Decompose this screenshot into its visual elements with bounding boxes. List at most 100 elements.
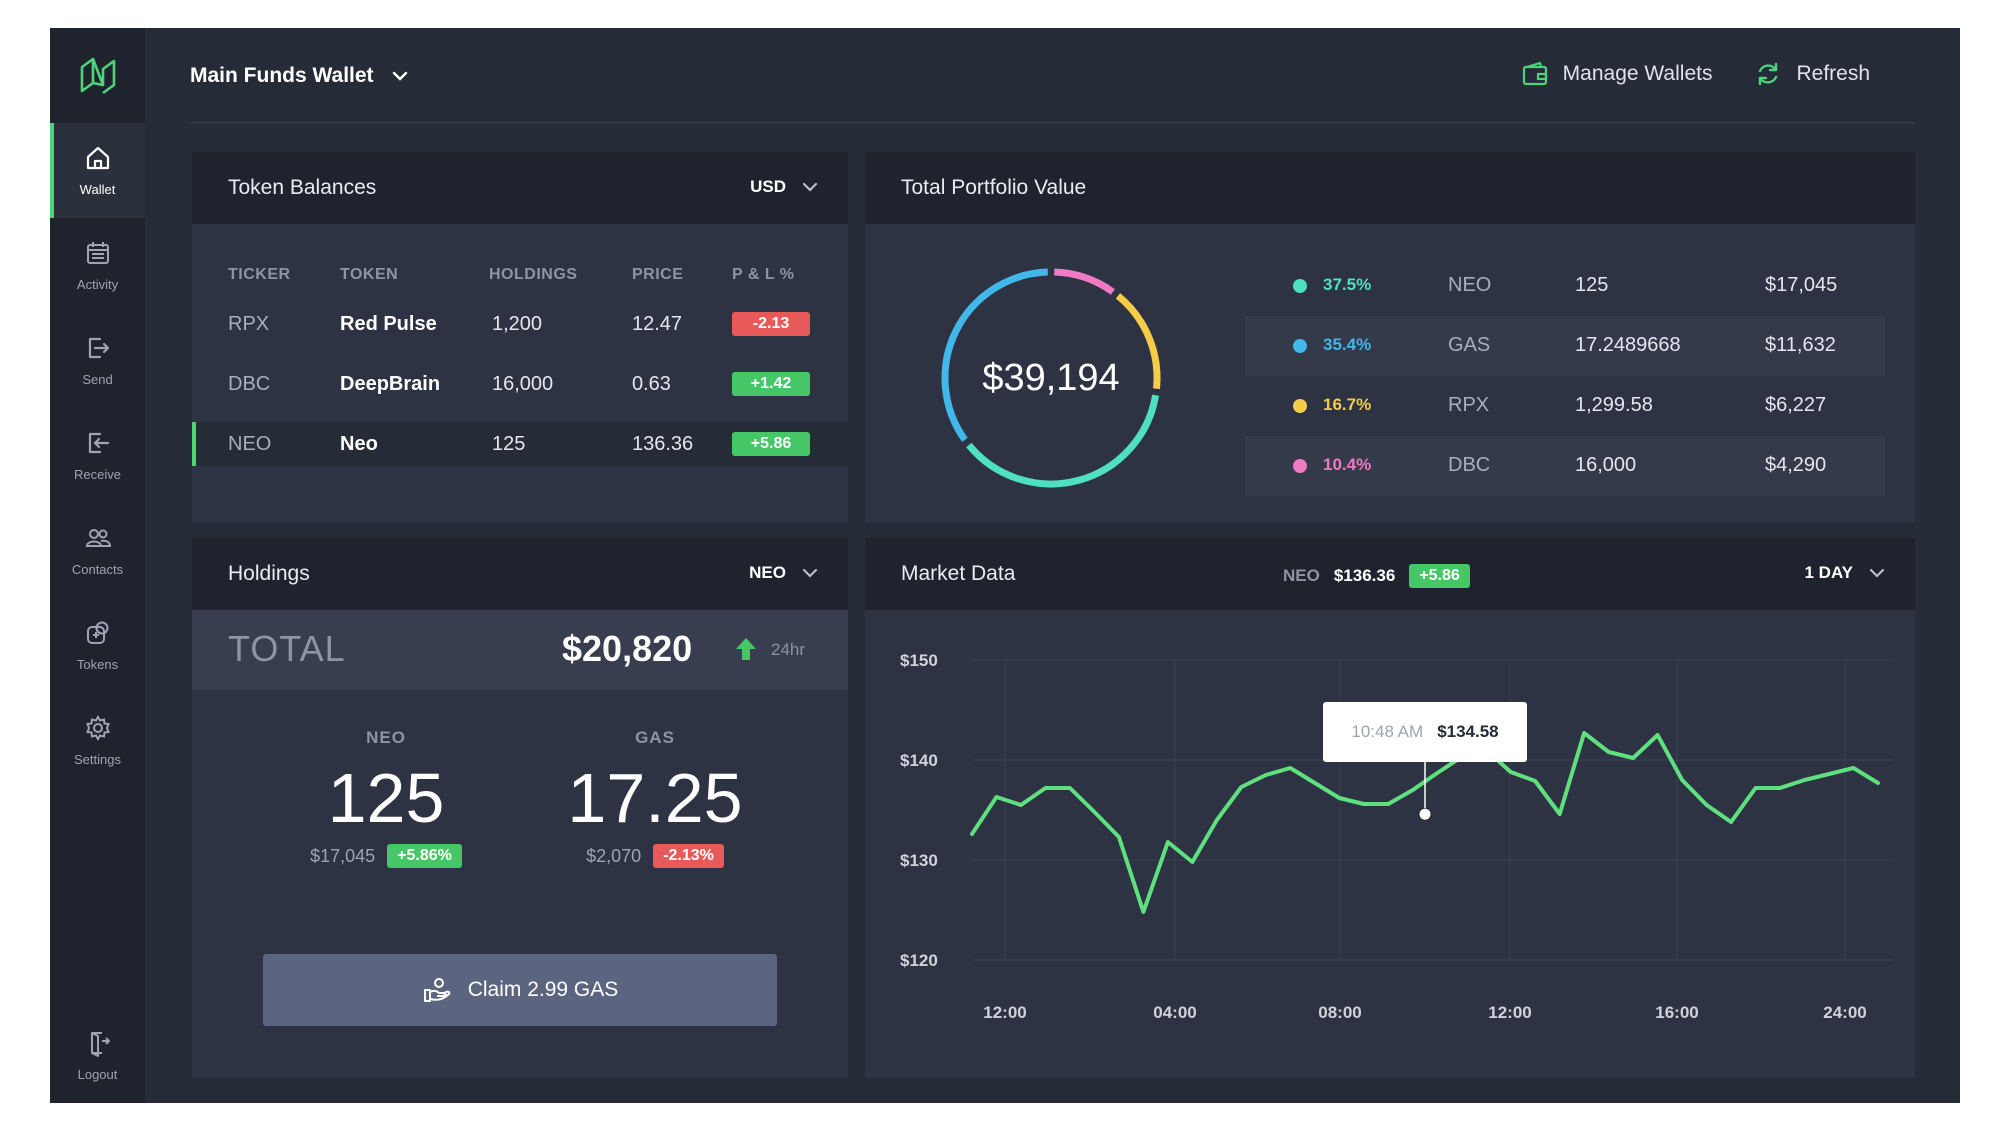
currency-selector[interactable]: USD bbox=[750, 177, 818, 197]
holdings-total-bar: TOTAL $20,820 24hr bbox=[192, 610, 848, 690]
send-icon bbox=[88, 337, 109, 359]
color-dot bbox=[1293, 279, 1307, 293]
price-cell: 12.47 bbox=[632, 313, 683, 335]
gas-holding: GAS 17.25 $2,070 -2.13% bbox=[515, 728, 795, 868]
sidebar-item-label: Receive bbox=[74, 467, 121, 482]
header-actions: Manage Wallets Refresh bbox=[1479, 60, 1870, 88]
contacts-icon bbox=[85, 529, 111, 547]
sidebar-item-activity[interactable]: Activity bbox=[50, 218, 145, 313]
tooltip-time: 10:48 AM bbox=[1351, 722, 1424, 741]
market-ticker-info: NEO $136.36 +5.86 bbox=[1283, 564, 1470, 588]
manage-wallets-button[interactable]: Manage Wallets bbox=[1521, 60, 1712, 88]
sidebar-item-label: Activity bbox=[76, 277, 119, 292]
change-badge: +5.86% bbox=[387, 844, 462, 868]
holdings-token-selector[interactable]: NEO bbox=[749, 563, 818, 583]
total-value: $20,820 bbox=[562, 628, 693, 669]
holding-sub: $2,070 -2.13% bbox=[515, 844, 795, 868]
home-icon bbox=[86, 146, 109, 170]
token-name: DBC bbox=[1448, 454, 1491, 476]
claim-hand-icon bbox=[423, 978, 450, 1002]
table-row[interactable]: DBC DeepBrain 16,000 0.63 +1.42 bbox=[192, 362, 848, 406]
panel-title: Market Data bbox=[901, 562, 1016, 585]
portfolio-row[interactable]: 10.4% DBC 16,000 $4,290 bbox=[1245, 436, 1885, 496]
portfolio-panel: Total Portfolio Value $39,194 37.5% NEO … bbox=[865, 152, 1915, 522]
holdings-cell: 16,000 bbox=[492, 373, 554, 395]
arrow-up-icon bbox=[736, 638, 756, 660]
token-amount: 17.2489668 bbox=[1575, 334, 1681, 356]
table-row-selected[interactable]: NEO Neo 125 136.36 +5.86 bbox=[192, 422, 848, 466]
sidebar-item-wallet[interactable]: Wallet bbox=[50, 123, 145, 218]
claim-label: Claim 2.99 GAS bbox=[467, 978, 619, 1001]
table-row[interactable]: RPX Red Pulse 1,200 12.47 -2.13 bbox=[192, 302, 848, 346]
logo bbox=[50, 28, 145, 123]
chevron-down-icon bbox=[1869, 568, 1885, 578]
color-dot bbox=[1293, 339, 1307, 353]
price-cell: 0.63 bbox=[632, 373, 671, 395]
portfolio-row[interactable]: 16.7% RPX 1,299.58 $6,227 bbox=[1245, 376, 1885, 436]
color-dot bbox=[1293, 459, 1307, 473]
market-symbol: NEO bbox=[1283, 566, 1320, 585]
x-tick-label: 04:00 bbox=[1153, 1003, 1196, 1022]
color-dot bbox=[1293, 399, 1307, 413]
pl-badge: +1.42 bbox=[732, 372, 810, 396]
x-tick-label: 12:00 bbox=[983, 1003, 1026, 1022]
share-percent: 10.4% bbox=[1323, 455, 1372, 474]
token-cell: Neo bbox=[340, 433, 378, 455]
token-cell: Red Pulse bbox=[340, 313, 437, 335]
period-selector[interactable]: 1 DAY bbox=[1804, 563, 1885, 583]
sidebar-item-receive[interactable]: Receive bbox=[50, 408, 145, 503]
refresh-label: Refresh bbox=[1796, 62, 1870, 85]
panel-title: Token Balances bbox=[228, 176, 377, 199]
ticker-cell: RPX bbox=[228, 313, 270, 335]
panel-title: Total Portfolio Value bbox=[901, 176, 1087, 199]
ticker-cell: NEO bbox=[228, 433, 272, 455]
y-tick-label: $120 bbox=[900, 951, 938, 970]
total-label: TOTAL bbox=[228, 628, 346, 669]
token-value: $17,045 bbox=[1765, 274, 1838, 296]
column-header-holdings: HOLDINGS bbox=[489, 266, 578, 283]
price-cell: 136.36 bbox=[632, 433, 694, 455]
sidebar-item-tokens[interactable]: Tokens bbox=[50, 598, 145, 693]
currency-value: USD bbox=[750, 177, 786, 196]
receive-icon bbox=[88, 432, 109, 454]
chart-tooltip: 10:48 AM $134.58 bbox=[1323, 702, 1527, 762]
neon-logo-icon bbox=[80, 57, 115, 94]
column-header-pl: P & L % bbox=[732, 266, 795, 283]
holdings-cell: 125 bbox=[492, 433, 526, 455]
token-amount: 125 bbox=[1575, 274, 1609, 296]
logout-button[interactable]: Logout bbox=[50, 1008, 145, 1103]
app-window: Wallet Activity Send Receive Contacts To… bbox=[50, 28, 1960, 1103]
y-tick-label: $150 bbox=[900, 651, 938, 670]
sidebar-item-contacts[interactable]: Contacts bbox=[50, 503, 145, 598]
refresh-button[interactable]: Refresh bbox=[1754, 60, 1870, 88]
portfolio-row[interactable]: 37.5% NEO 125 $17,045 bbox=[1245, 256, 1885, 316]
portfolio-row[interactable]: 35.4% GAS 17.2489668 $11,632 bbox=[1245, 316, 1885, 376]
holding-usd: $17,045 bbox=[310, 845, 376, 866]
claim-gas-button[interactable]: Claim 2.99 GAS bbox=[263, 954, 777, 1026]
token-cell: DeepBrain bbox=[340, 373, 441, 395]
panel-header: Total Portfolio Value bbox=[865, 152, 1915, 224]
market-data-panel: Market Data NEO $136.36 +5.86 1 DAY $150… bbox=[865, 538, 1915, 1078]
holding-amount: 17.25 bbox=[567, 759, 743, 837]
holding-amount: 125 bbox=[327, 759, 445, 837]
token-value: NEO bbox=[749, 563, 786, 582]
x-tick-label: 16:00 bbox=[1655, 1003, 1698, 1022]
token-name: RPX bbox=[1448, 394, 1490, 416]
x-tick-label: 08:00 bbox=[1318, 1003, 1361, 1022]
sidebar-item-send[interactable]: Send bbox=[50, 313, 145, 408]
market-change-badge: +5.86 bbox=[1409, 564, 1470, 588]
portfolio-donut: $39,194 bbox=[935, 262, 1167, 494]
token-value: $11,632 bbox=[1765, 334, 1836, 356]
market-line-chart[interactable]: $150 $140 $130 $120 12:00 04:00 08:00 12:00 16:0… bbox=[865, 610, 1915, 1078]
panel-title: Holdings bbox=[228, 562, 310, 585]
column-header-ticker: TICKER bbox=[228, 266, 291, 283]
period-label: 24hr bbox=[771, 640, 806, 659]
logout-icon bbox=[90, 1032, 110, 1057]
holding-sub: $17,045 +5.86% bbox=[246, 844, 526, 868]
gear-icon bbox=[85, 714, 110, 742]
x-tick-label: 24:00 bbox=[1823, 1003, 1866, 1022]
wallet-selector[interactable]: Main Funds Wallet bbox=[190, 64, 408, 88]
sidebar-item-settings[interactable]: Settings bbox=[50, 693, 145, 788]
holding-symbol: NEO bbox=[366, 728, 406, 747]
sidebar: Wallet Activity Send Receive Contacts To… bbox=[50, 28, 145, 1103]
